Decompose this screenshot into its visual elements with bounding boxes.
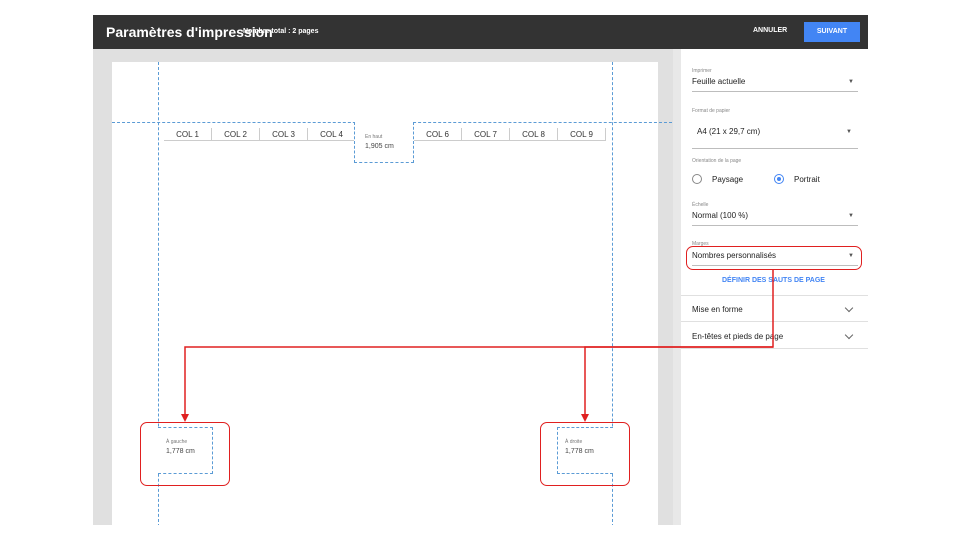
preview-page: COL 1 COL 2 COL 3 COL 4 COL 6 COL 7 COL … [112,62,672,525]
column-header: COL 8 [510,128,558,141]
paper-size-label: Format de papier [692,108,731,114]
print-underline [692,91,858,92]
chevron-down-icon[interactable] [844,303,854,313]
column-header: COL 6 [414,128,462,141]
next-button[interactable]: SUIVANT [804,22,860,42]
scale-select[interactable]: Normal (100 %) [692,211,748,220]
dropdown-arrow-icon[interactable]: ▼ [846,129,852,135]
radio-selected-dot [777,177,781,181]
formatting-section[interactable]: Mise en forme [692,305,743,314]
column-header: COL 3 [260,128,308,141]
print-settings-window: Paramètres d'impression Nombre total : 2… [93,15,868,525]
right-margin-highlight [540,422,630,486]
column-header: COL 9 [558,128,606,141]
print-select[interactable]: Feuille actuelle [692,77,745,86]
headers-footers-section[interactable]: En-têtes et pieds de page [692,332,783,341]
column-header: COL 2 [212,128,260,141]
portrait-radio[interactable] [774,174,784,184]
landscape-option[interactable]: Paysage [712,175,743,184]
column-header: COL 4 [308,128,356,141]
dropdown-arrow-icon[interactable]: ▼ [848,79,854,85]
margins-highlight [686,246,862,270]
print-label: Imprimer [692,68,712,74]
section-divider [681,348,868,349]
scale-label: Échelle [692,202,709,208]
print-preview-area: COL 1 COL 2 COL 3 COL 4 COL 6 COL 7 COL … [93,49,673,525]
scale-underline [692,225,858,226]
set-page-breaks-button[interactable]: DÉFINIR DES SAUTS DE PAGE [722,277,825,284]
top-margin-value: 1,905 cm [365,143,394,150]
top-bar: Paramètres d'impression Nombre total : 2… [93,15,868,49]
left-margin-highlight [140,422,230,486]
landscape-radio[interactable] [692,174,702,184]
orientation-label: Orientation de la page [692,158,742,164]
chevron-down-icon[interactable] [844,330,854,340]
section-divider [681,321,868,322]
paper-size-underline [692,148,858,149]
paper-size-select[interactable]: A4 (21 x 29,7 cm) [697,127,760,136]
settings-panel: Imprimer Feuille actuelle ▼ Format de pa… [681,49,868,525]
portrait-option[interactable]: Portrait [794,175,820,184]
dropdown-arrow-icon[interactable]: ▼ [848,213,854,219]
column-header: COL 7 [462,128,510,141]
top-margin-box[interactable]: En haut 1,905 cm [354,122,414,163]
total-pages-label: Nombre total : 2 pages [243,28,319,35]
cancel-button[interactable]: ANNULER [753,27,787,34]
column-header: COL 1 [164,128,212,141]
top-margin-label: En haut [365,134,383,140]
section-divider [681,295,868,296]
